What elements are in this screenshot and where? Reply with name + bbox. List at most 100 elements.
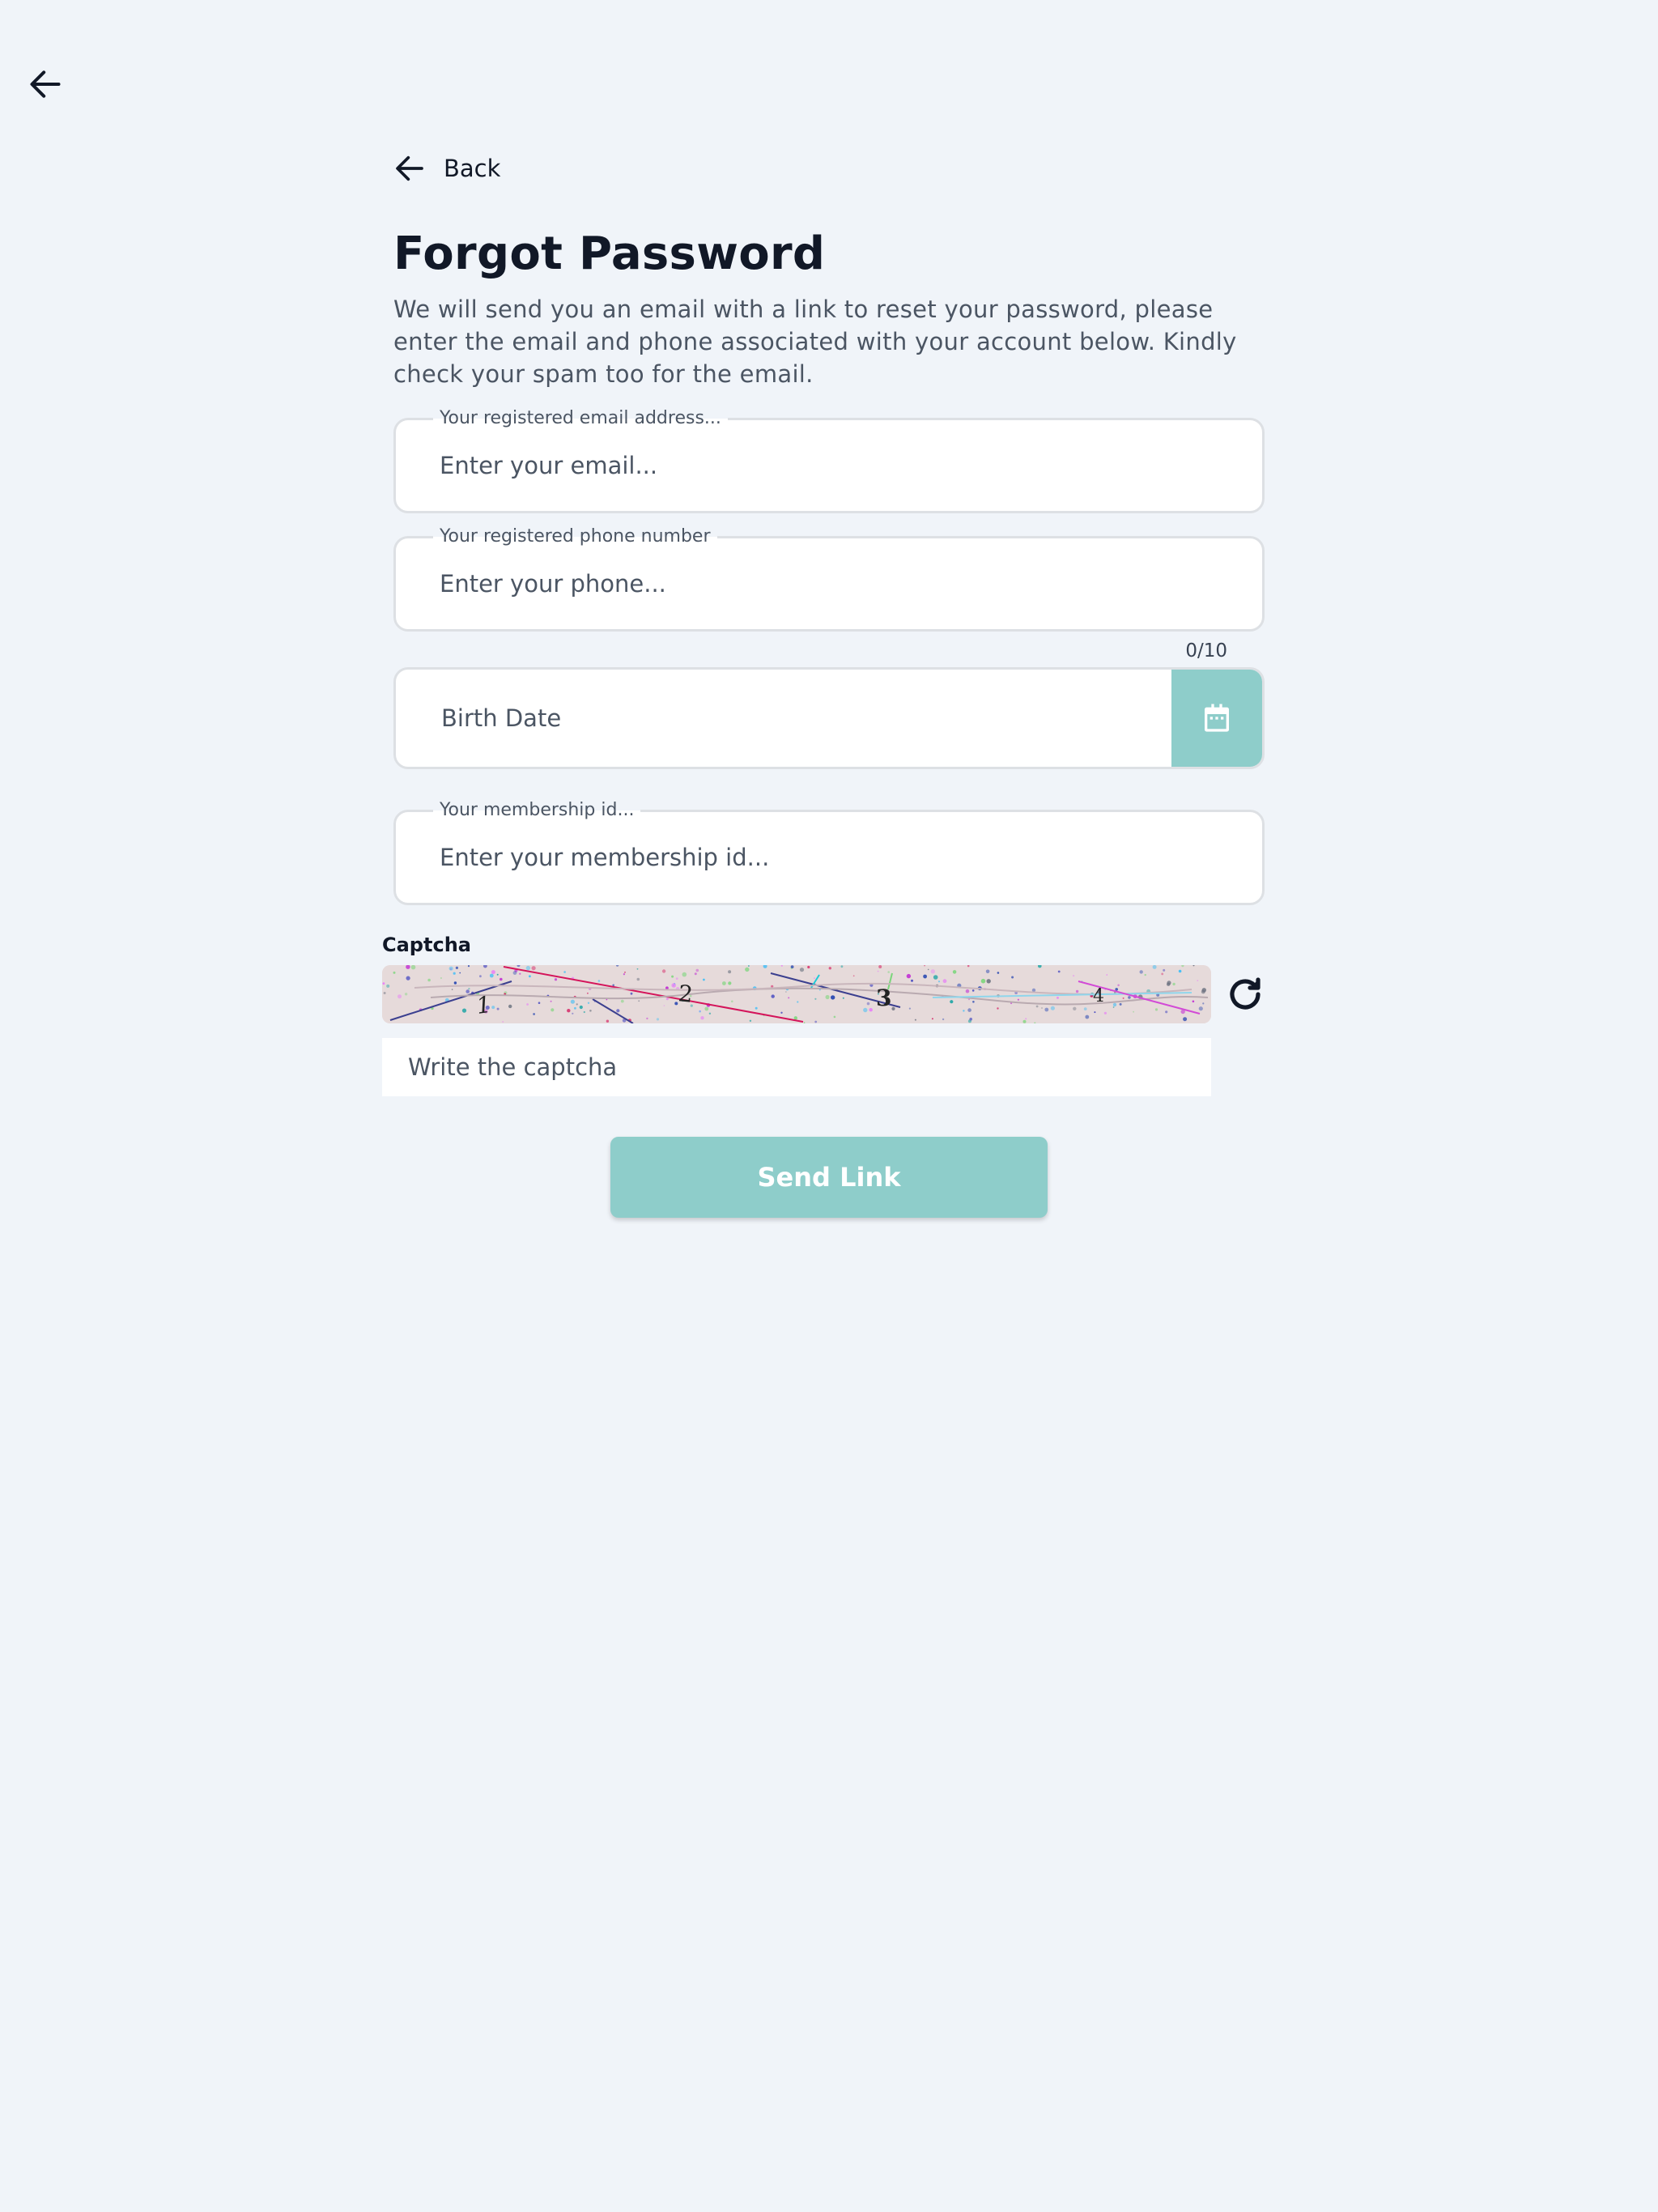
birth-date-picker-button[interactable]	[1171, 670, 1262, 768]
captcha-noise-dot	[997, 972, 1000, 974]
captcha-noise-dot	[1031, 988, 1036, 993]
captcha-noise-dot	[636, 968, 639, 970]
captcha-noise-dot	[554, 978, 558, 981]
captcha-noise-dot	[797, 1001, 799, 1003]
captcha-noise-dot	[468, 988, 470, 990]
captcha-noise-dot	[1165, 1010, 1168, 1014]
captcha-noise-dot	[682, 972, 687, 977]
captcha-noise-dot	[410, 965, 416, 970]
captcha-noise-dot	[597, 980, 601, 982]
captcha-noise-dot	[533, 1013, 535, 1015]
captcha-noise-dot	[449, 966, 453, 971]
captcha-noise-dot	[831, 995, 835, 1000]
captcha-noise-dot	[1197, 980, 1199, 981]
captcha-noise-dot	[461, 1008, 467, 1013]
captcha-noise-dot	[942, 979, 947, 984]
captcha-noise-dot	[620, 999, 624, 1003]
captcha-noise-dot	[842, 997, 844, 999]
captcha-noise-dot	[1172, 982, 1175, 986]
captcha-noise-dot	[1106, 974, 1108, 976]
email-field[interactable]	[396, 420, 1262, 512]
captcha-noise-dot	[551, 1008, 555, 1012]
captcha-noise-dot	[467, 965, 470, 968]
captcha-noise-dot	[675, 977, 678, 980]
captcha-noise-dot	[587, 992, 589, 994]
captcha-noise-dot	[985, 969, 990, 974]
captcha-noise-dot	[969, 1017, 972, 1021]
phone-field-label: Your registered phone number	[433, 526, 717, 548]
send-link-button[interactable]: Send Link	[610, 1137, 1048, 1218]
phone-field[interactable]	[396, 538, 1262, 630]
captcha-noise-dot	[1192, 1000, 1195, 1003]
captcha-noise-dot	[1083, 1007, 1087, 1010]
captcha-noise-dot	[1178, 969, 1182, 973]
birth-date-field-wrapper	[393, 667, 1265, 770]
captcha-noise-dot	[1144, 973, 1146, 976]
captcha-noise-dot	[529, 975, 531, 978]
calendar-icon	[1205, 704, 1229, 733]
captcha-noise-dot	[807, 965, 810, 969]
captcha-noise-dot	[440, 976, 442, 980]
captcha-char-2: 2	[677, 980, 694, 1008]
top-back-button[interactable]	[21, 60, 70, 108]
captcha-noise-dot	[393, 971, 396, 974]
membership-id-field[interactable]	[396, 812, 1262, 904]
birth-date-field[interactable]	[396, 670, 1171, 768]
captcha-noise-dot	[606, 1019, 610, 1023]
forgot-password-form: Back Forgot Password We will send you an…	[393, 146, 1265, 906]
captcha-noise-dot	[863, 1007, 868, 1013]
captcha-noise-dot	[1022, 1019, 1027, 1023]
captcha-noise-dot	[491, 970, 495, 975]
captcha-noise-dot	[780, 1011, 783, 1014]
captcha-noise-dot	[937, 981, 941, 983]
captcha-noise-dot	[1154, 1008, 1158, 1011]
captcha-noise-dot	[656, 1018, 660, 1021]
captcha-noise-dot	[583, 1010, 585, 1014]
captcha-noise-dot	[731, 1000, 733, 1003]
captcha-noise-dot	[891, 1006, 895, 1010]
captcha-noise-dot	[803, 1022, 806, 1023]
back-link[interactable]: Back	[393, 146, 1265, 191]
captcha-noise-dot	[572, 1012, 574, 1015]
captcha-noise-dot	[1152, 965, 1157, 969]
captcha-noise-dot	[828, 967, 831, 970]
captcha-noise-dot	[749, 1019, 752, 1022]
captcha-noise-dot	[427, 978, 431, 982]
captcha-input[interactable]	[382, 1038, 1211, 1096]
captcha-noise-dot	[1122, 997, 1124, 999]
captcha-noise-dot	[512, 971, 517, 975]
captcha-noise-dot	[636, 977, 640, 981]
captcha-noise-dot	[1017, 998, 1019, 1001]
captcha-noise-dot	[908, 1007, 911, 1010]
captcha-noise-dot	[1044, 1007, 1049, 1012]
captcha-noise-dot	[500, 977, 503, 981]
captcha-noise-dot	[825, 994, 830, 1000]
captcha-noise-dot	[479, 975, 482, 978]
captcha-noise-dot	[814, 977, 815, 980]
phone-character-counter: 0/10	[1185, 640, 1227, 662]
captcha-noise-dot	[1035, 1005, 1039, 1008]
captcha-noise-dot	[661, 969, 666, 973]
captcha-refresh-button[interactable]	[1211, 965, 1265, 1023]
captcha-noise-dot	[538, 1002, 541, 1004]
captcha-noise-dot	[1163, 968, 1166, 972]
captcha-noise-dot	[616, 1009, 620, 1013]
captcha-noise-dot	[911, 979, 913, 982]
captcha-noise-dot	[1198, 1006, 1203, 1011]
captcha-noise-dot	[914, 1019, 916, 1021]
captcha-noise-dot	[671, 983, 676, 988]
captcha-noise-dot	[404, 993, 408, 996]
captcha-noise-dot	[771, 994, 775, 998]
captcha-noise-dot	[489, 973, 494, 978]
captcha-noise-dot	[833, 1015, 836, 1019]
captcha-noise-dot	[502, 1021, 504, 1023]
captcha-noise-dot	[814, 1020, 818, 1023]
arrow-left-icon	[396, 155, 423, 181]
captcha-noise-dot	[1056, 997, 1059, 999]
captcha-noise-dot	[587, 1002, 590, 1004]
captcha-noise-dot	[877, 970, 879, 972]
captcha-noise-dot	[526, 1003, 529, 1006]
captcha-noise-dot	[466, 989, 470, 993]
membership-field-label: Your membership id...	[433, 800, 641, 822]
captcha-noise-dot	[722, 981, 726, 985]
